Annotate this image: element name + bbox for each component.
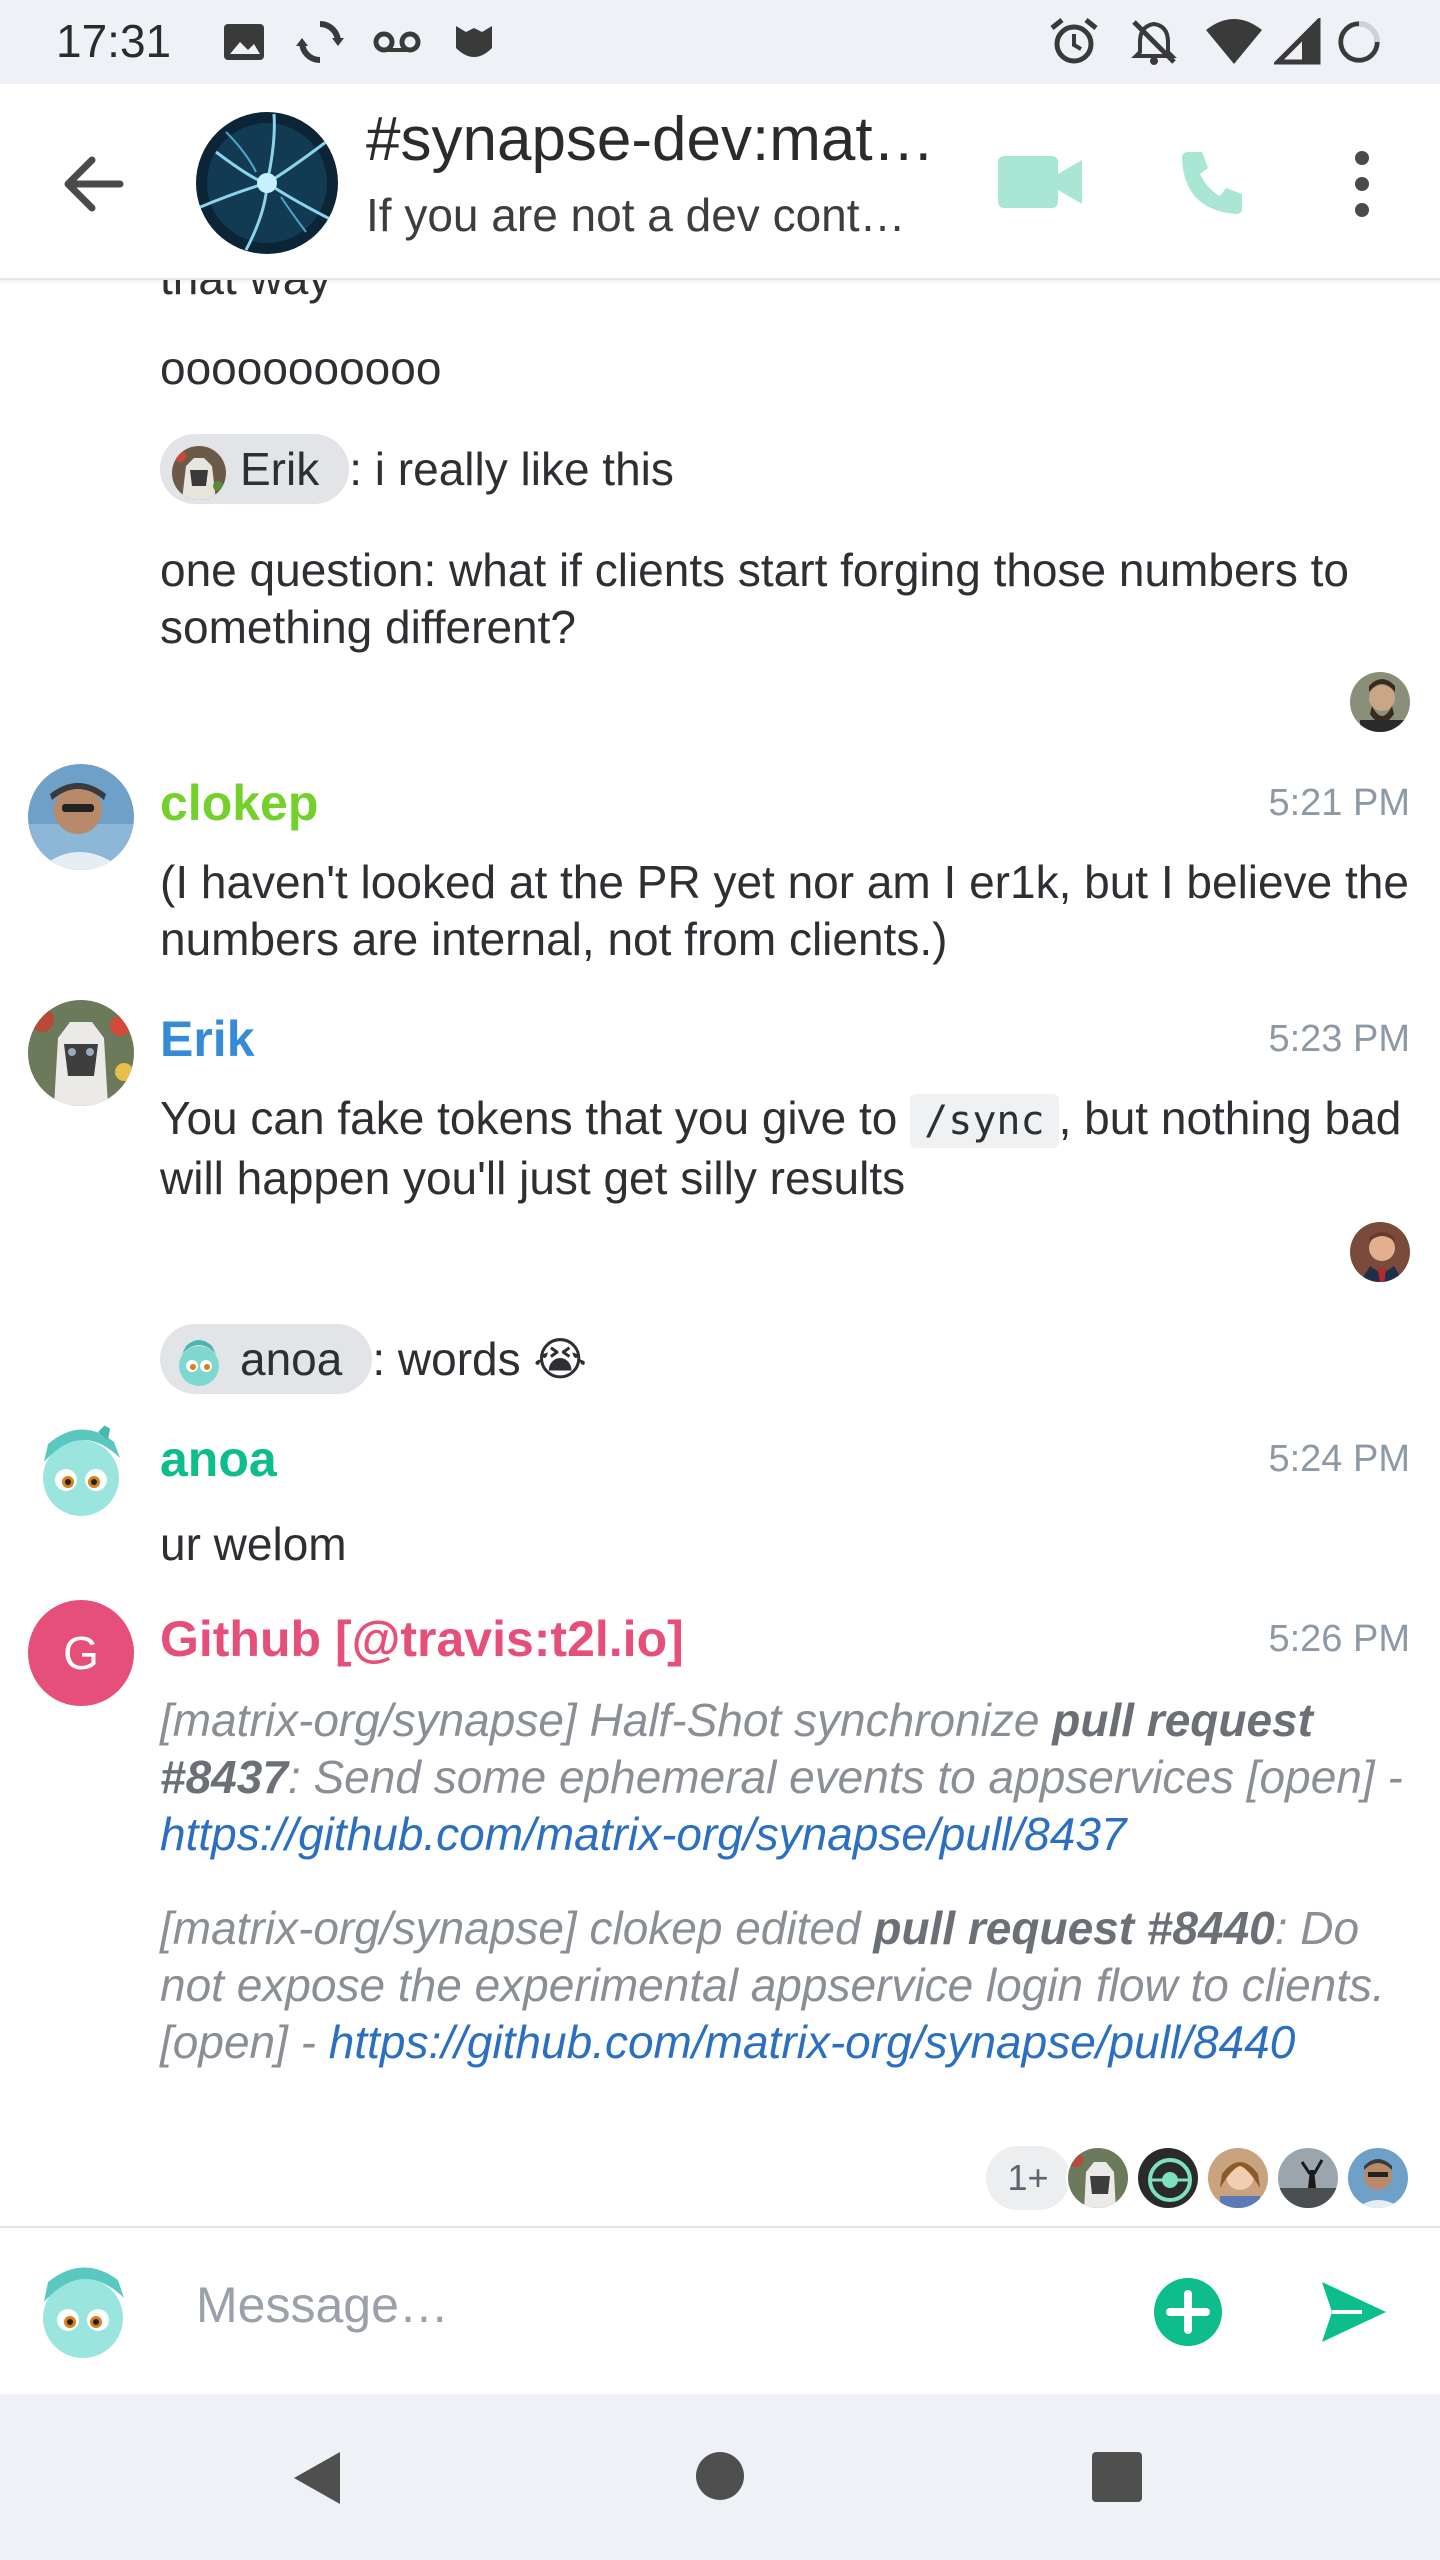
wifi-icon: [1206, 19, 1262, 64]
signal-icon: [1274, 18, 1321, 65]
add-attachment-icon[interactable]: [1152, 2276, 1224, 2348]
message-text: Erik : i really like this: [160, 434, 674, 508]
read-receipts-more[interactable]: 1+: [986, 2146, 1070, 2210]
sender-name[interactable]: Erik: [160, 1010, 255, 1068]
message-text-part: You can fake tokens that you give to: [160, 1092, 911, 1144]
message-text: (I haven't looked at the PR yet nor am I…: [160, 856, 1409, 965]
pr-link[interactable]: https://github.com/matrix-org/synapse/pu…: [160, 1808, 1127, 1860]
read-receipt-avatar[interactable]: [1348, 670, 1412, 734]
video-call-icon[interactable]: [996, 152, 1086, 212]
pill-label: Erik: [240, 443, 320, 495]
message-text-part: : Send some ephemeral events to appservi…: [287, 1751, 1403, 1803]
message-text: anoa : words 😭: [160, 1324, 588, 1398]
message-text: one question: what if clients start forg…: [160, 544, 1349, 653]
message-composer: Message…: [0, 2226, 1440, 2394]
message-text: : words 😭: [372, 1333, 588, 1386]
read-receipt-avatar[interactable]: [1348, 1220, 1412, 1284]
read-receipt-avatar[interactable]: [1066, 2146, 1130, 2210]
notifications-off-icon: [1131, 20, 1177, 65]
avatar[interactable]: [28, 1420, 134, 1526]
nav-back-icon[interactable]: [290, 2448, 344, 2508]
pill-label: anoa: [240, 1333, 343, 1385]
system-navigation-bar: [0, 2394, 1440, 2560]
app-icon: [456, 26, 492, 57]
room-avatar[interactable]: [196, 112, 338, 254]
message-text: You can fake tokens that you give to /sy…: [160, 1090, 1420, 1207]
back-icon[interactable]: [56, 144, 136, 224]
avatar[interactable]: [28, 1000, 134, 1106]
room-topic[interactable]: If you are not a dev cont…: [366, 188, 936, 242]
message-text-part: [matrix-org/synapse] Half-Shot synchroni…: [160, 1694, 1053, 1746]
voice-call-icon[interactable]: [1176, 146, 1248, 218]
alarm-icon: [1050, 18, 1098, 64]
sender-name[interactable]: Github [@travis:t2l.io]: [160, 1610, 684, 1668]
sync-icon: [296, 21, 344, 63]
notice-message: [matrix-org/synapse] clokep edited pull …: [160, 1900, 1420, 2071]
message-input[interactable]: Message…: [196, 2276, 449, 2334]
avatar[interactable]: [28, 764, 134, 870]
nav-home-icon[interactable]: [694, 2450, 746, 2502]
notice-message: [matrix-org/synapse] Half-Shot synchroni…: [160, 1692, 1420, 1863]
sender-name[interactable]: anoa: [160, 1430, 277, 1488]
message-text: : i really like this: [349, 443, 674, 496]
avatar: [172, 1336, 226, 1390]
image-icon: [224, 24, 264, 60]
sender-name[interactable]: clokep: [160, 774, 318, 832]
timestamp: 5:26 PM: [1268, 1618, 1410, 1660]
read-receipt-avatar[interactable]: [1206, 2146, 1270, 2210]
room-name[interactable]: #synapse-dev:mat…: [366, 104, 936, 175]
user-pill[interactable]: anoa: [160, 1324, 373, 1394]
more-icon[interactable]: [1350, 148, 1374, 220]
avatar: [172, 446, 226, 500]
nav-recents-icon[interactable]: [1090, 2450, 1144, 2504]
send-icon[interactable]: [1318, 2278, 1390, 2346]
timestamp: 5:21 PM: [1268, 782, 1410, 824]
message-text-part: [matrix-org/synapse] clokep edited: [160, 1902, 874, 1954]
timestamp: 5:23 PM: [1268, 1018, 1410, 1060]
message-text: ur welom: [160, 1518, 347, 1570]
status-bar: 17:31: [0, 0, 1440, 84]
read-receipt-avatar[interactable]: [1346, 2146, 1410, 2210]
avatar[interactable]: [28, 2258, 138, 2368]
timeline[interactable]: that way ooooooooooo Erik : i really lik…: [0, 280, 1440, 2226]
inline-code: /sync: [910, 1094, 1059, 1148]
timestamp: 5:24 PM: [1268, 1438, 1410, 1480]
message-bold: pull request #8440: [873, 1902, 1275, 1954]
avatar[interactable]: G: [28, 1600, 134, 1706]
read-receipt-avatar[interactable]: [1136, 2146, 1200, 2210]
message-text: that way: [160, 280, 331, 307]
user-pill[interactable]: Erik: [160, 434, 350, 504]
read-receipt-avatar[interactable]: [1276, 2146, 1340, 2210]
pr-link[interactable]: https://github.com/matrix-org/synapse/pu…: [329, 2016, 1296, 2068]
status-time: 17:31: [56, 15, 172, 67]
room-header: #synapse-dev:mat… If you are not a dev c…: [0, 84, 1440, 280]
voicemail-icon: [373, 31, 421, 53]
battery-icon: [1338, 21, 1380, 63]
message-text: ooooooooooo: [160, 342, 442, 394]
